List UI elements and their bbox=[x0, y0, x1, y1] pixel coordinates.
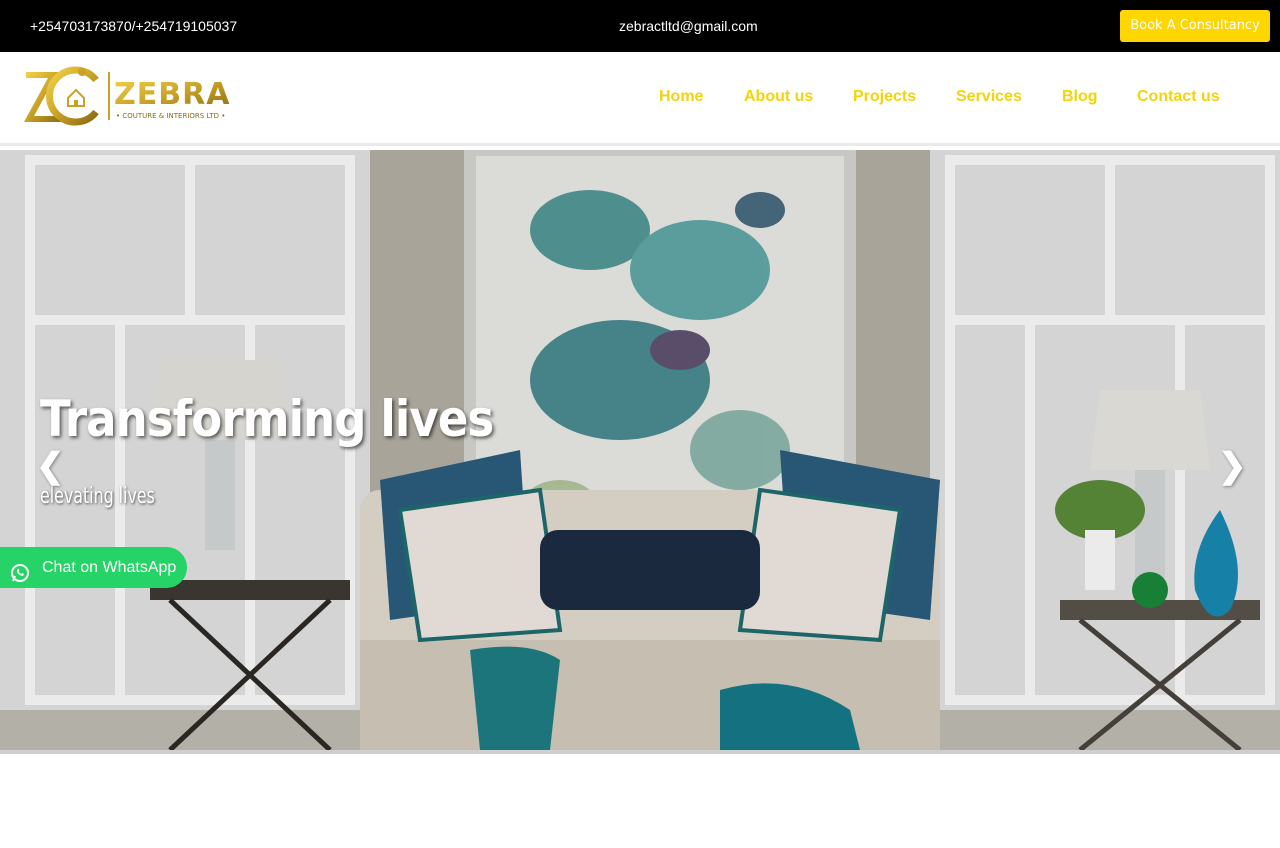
nav-projects[interactable]: Projects bbox=[853, 88, 916, 106]
top-bar: +254703173870/+254719105037 zebractltd@g… bbox=[0, 0, 1280, 52]
whatsapp-chat-button[interactable]: Chat on WhatsApp bbox=[0, 547, 187, 588]
hero-title: Transforming lives bbox=[40, 390, 494, 448]
nav-blog[interactable]: Blog bbox=[1062, 88, 1098, 106]
email-address[interactable]: zebractltd@gmail.com bbox=[619, 18, 758, 34]
hero-background-image bbox=[0, 150, 1280, 750]
hero-subtitle: elevating lives bbox=[40, 484, 155, 509]
whatsapp-icon bbox=[10, 558, 30, 582]
main-nav: Home About us Projects Services Blog Con… bbox=[0, 88, 1280, 108]
slider-prev-arrow-icon[interactable]: ❮ bbox=[36, 446, 65, 486]
whatsapp-label: Chat on WhatsApp bbox=[42, 559, 177, 576]
nav-contact-us[interactable]: Contact us bbox=[1137, 88, 1220, 106]
logo-tagline: • COUTURE & INTERIORS LTD • bbox=[116, 112, 225, 120]
book-consultancy-button[interactable]: Book A Consultancy bbox=[1120, 10, 1270, 42]
nav-about-us[interactable]: About us bbox=[744, 88, 813, 106]
nav-services[interactable]: Services bbox=[956, 88, 1022, 106]
site-header: ZEBRA • COUTURE & INTERIORS LTD • Home A… bbox=[0, 52, 1280, 146]
hero-bottom-divider bbox=[0, 750, 1280, 754]
nav-home[interactable]: Home bbox=[659, 88, 703, 106]
phone-number[interactable]: +254703173870/+254719105037 bbox=[30, 18, 237, 34]
hero-slider: Transforming lives elevating lives ❮ ❯ bbox=[0, 150, 1280, 750]
slider-next-arrow-icon[interactable]: ❯ bbox=[1218, 446, 1247, 486]
